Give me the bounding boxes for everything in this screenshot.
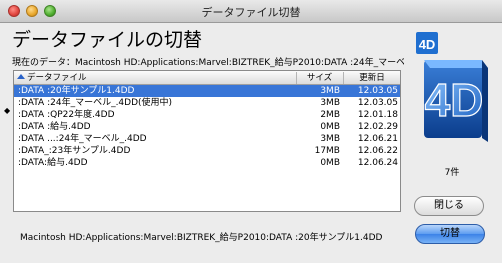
row-file-name: :DATA :24年_マーベル_.4DD(使用中) xyxy=(18,98,173,108)
row-file-size: 17MB xyxy=(314,146,340,156)
row-update-date: 12.06.21 xyxy=(357,134,398,144)
column-header-size[interactable]: サイズ xyxy=(296,72,342,84)
in-use-marker-icon: ◆ xyxy=(4,106,11,115)
table-body: :DATA :20年サンプル1.4DD 3MB 12.03.05 :DATA :… xyxy=(14,85,400,169)
row-update-date: 12.06.24 xyxy=(357,158,398,168)
logo-small-text: 4D xyxy=(419,37,436,52)
column-header-date[interactable]: 更新日 xyxy=(343,72,400,84)
title-bar: データファイル切替 xyxy=(0,0,502,23)
logo-large-text: 4D xyxy=(425,74,484,126)
selected-file-path: Macintosh HD:Applications:Marvel:BIZTREK… xyxy=(20,233,383,243)
column-header-file-label: データファイル xyxy=(27,73,87,83)
current-data-label: 現在のデータ：Macintosh HD:Applications:Marvel:… xyxy=(12,58,404,68)
column-header-file[interactable]: データファイル xyxy=(17,72,295,84)
table-row[interactable]: :DATA:給与.4DD 0MB 12.06.24 xyxy=(14,157,400,169)
table-row[interactable]: :DATA ...:24年_マーベル_.4DD 3MB 12.06.21 xyxy=(14,133,400,145)
page-title: データファイルの切替 xyxy=(12,29,203,51)
row-file-name: :DATA ...:24年_マーベル_.4DD xyxy=(18,134,147,144)
row-file-size: 0MB xyxy=(320,122,340,132)
row-file-size: 3MB xyxy=(320,98,340,108)
file-count: 7件 xyxy=(444,168,460,178)
table-row[interactable]: :DATA :給与.4DD 0MB 12.02.29 xyxy=(14,121,400,133)
row-file-name: :DATA :給与.4DD xyxy=(18,122,91,132)
row-file-name: :DATA:給与.4DD xyxy=(18,158,88,168)
table-header: データファイル サイズ 更新日 xyxy=(14,71,400,85)
row-file-size: 3MB xyxy=(320,86,340,96)
switch-button[interactable]: 切替 xyxy=(415,224,485,244)
row-file-size: 2MB xyxy=(320,110,340,120)
row-update-date: 12.03.05 xyxy=(357,86,398,96)
table-row[interactable]: :DATA :20年サンプル1.4DD 3MB 12.03.05 xyxy=(14,85,400,97)
row-file-size: 3MB xyxy=(320,134,340,144)
4d-logo-icon: 4D 4D xyxy=(416,32,488,142)
table-row[interactable]: :DATA_:23年サンプル.4DD 17MB 12.06.22 xyxy=(14,145,400,157)
window-title: データファイル切替 xyxy=(201,6,301,19)
row-file-name: :DATA :20年サンプル1.4DD xyxy=(18,86,135,96)
data-file-switch-window: データファイル切替 データファイルの切替 現在のデータ：Macintosh HD… xyxy=(0,0,502,263)
row-file-name: :DATA_:23年サンプル.4DD xyxy=(18,146,131,156)
row-file-size: 0MB xyxy=(320,158,340,168)
sort-ascending-icon xyxy=(17,74,25,79)
row-update-date: 12.06.22 xyxy=(357,146,398,156)
table-row[interactable]: :DATA :24年_マーベル_.4DD(使用中) 3MB 12.03.05 xyxy=(14,97,400,109)
row-update-date: 12.01.18 xyxy=(357,110,398,120)
row-file-name: :DATA :QP22年度.4DD xyxy=(18,110,115,120)
close-button[interactable]: 閉じる xyxy=(414,196,484,216)
row-update-date: 12.03.05 xyxy=(357,98,398,108)
row-update-date: 12.02.29 xyxy=(357,122,398,132)
data-file-table[interactable]: データファイル サイズ 更新日 :DATA :20年サンプル1.4DD 3MB … xyxy=(13,70,401,212)
table-row[interactable]: :DATA :QP22年度.4DD 2MB 12.01.18 xyxy=(14,109,400,121)
